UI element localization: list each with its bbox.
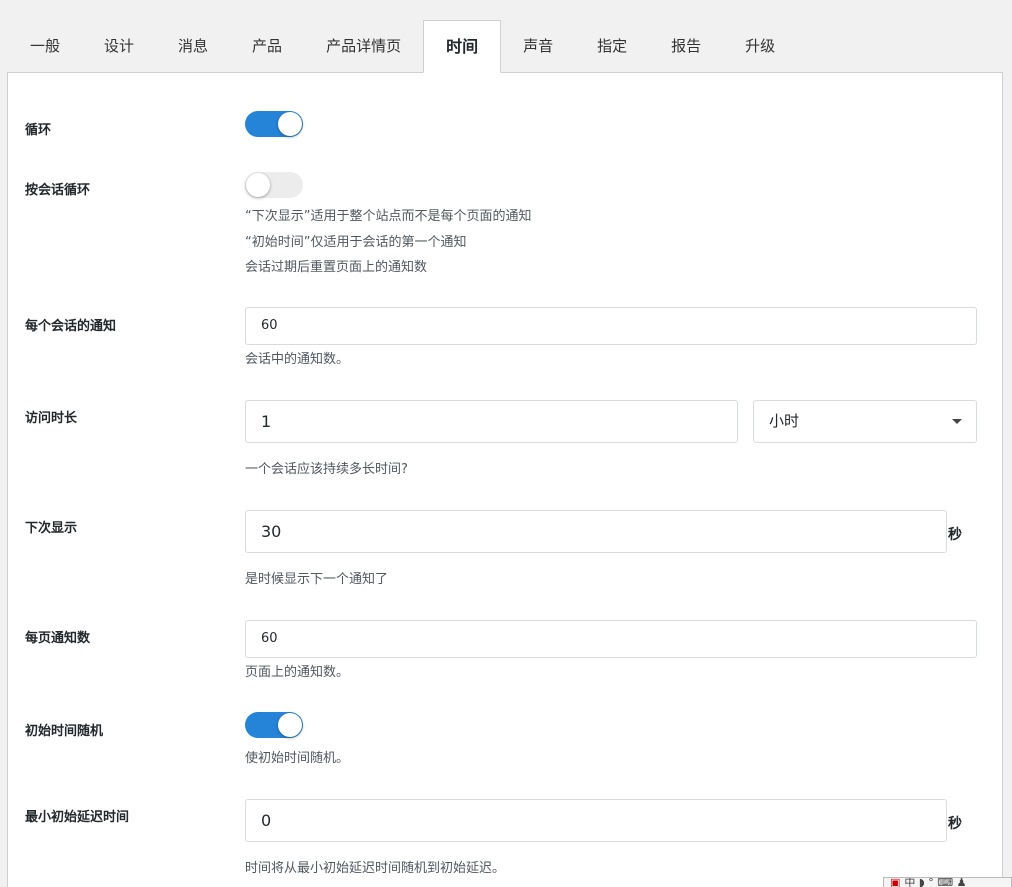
notifications-per-session-label: 每个会话的通知 — [25, 319, 117, 334]
visit-duration-unit-value: 小时 — [769, 412, 800, 430]
session-loop-toggle[interactable] — [245, 172, 303, 198]
toggle-knob — [278, 713, 302, 737]
per-page-input[interactable]: 60 — [245, 620, 977, 658]
ime-toolbar[interactable]: ▣ 中 ◗ ° ⌨ ♟ — [883, 877, 1012, 887]
tab-product-detail[interactable]: 产品详情页 — [304, 20, 423, 72]
min-initial-delay-input[interactable]: 0 — [245, 799, 947, 842]
tab-upgrade[interactable]: 升级 — [723, 20, 797, 72]
next-display-label: 下次显示 — [25, 521, 78, 536]
ime-logo-icon: ▣ — [890, 877, 901, 887]
tab-general[interactable]: 一般 — [8, 20, 82, 72]
notifications-per-session-desc: 会话中的通知数。 — [245, 352, 350, 367]
notifications-per-session-input[interactable]: 60 — [245, 307, 977, 345]
tab-reports[interactable]: 报告 — [649, 20, 723, 72]
ime-status: 中 ◗ ° ⌨ ♟ — [904, 877, 967, 887]
loop-toggle[interactable] — [245, 111, 303, 137]
loop-label: 循环 — [25, 123, 52, 138]
chevron-down-icon — [952, 419, 962, 424]
min-initial-delay-unit: 秒 — [948, 816, 962, 832]
random-initial-toggle[interactable] — [245, 712, 303, 738]
tab-targeting[interactable]: 指定 — [575, 20, 649, 72]
tab-design[interactable]: 设计 — [82, 20, 156, 72]
visit-duration-desc: 一个会话应该持续多长时间? — [245, 462, 408, 477]
per-page-desc: 页面上的通知数。 — [245, 665, 350, 680]
settings-panel: 循环 按会话循环 “下次显示”适用于整个站点而不是每个页面的通知 “初始时间”仅… — [7, 72, 1003, 887]
toggle-knob — [246, 173, 270, 197]
per-page-label: 每页通知数 — [25, 631, 91, 646]
tab-timing[interactable]: 时间 — [423, 20, 502, 73]
session-loop-desc-2: “初始时间”仅适用于会话的第一个通知 — [245, 235, 467, 250]
toggle-knob — [278, 112, 302, 136]
session-loop-desc-3: 会话过期后重置页面上的通知数 — [245, 260, 428, 275]
next-display-unit: 秒 — [948, 527, 962, 543]
tab-messages[interactable]: 消息 — [156, 20, 230, 72]
tab-products[interactable]: 产品 — [230, 20, 304, 72]
tab-bar: 一般 设计 消息 产品 产品详情页 时间 声音 指定 报告 升级 — [8, 20, 797, 73]
random-initial-desc: 使初始时间随机。 — [245, 751, 350, 766]
min-initial-delay-label: 最小初始延迟时间 — [25, 810, 130, 825]
session-loop-desc-1: “下次显示”适用于整个站点而不是每个页面的通知 — [245, 209, 532, 224]
visit-duration-input[interactable]: 1 — [245, 400, 738, 443]
visit-duration-unit-select[interactable]: 小时 — [753, 400, 977, 443]
random-initial-label: 初始时间随机 — [25, 724, 104, 739]
min-initial-delay-desc: 时间将从最小初始延迟时间随机到初始延迟。 — [245, 861, 506, 876]
next-display-input[interactable]: 30 — [245, 510, 947, 553]
session-loop-label: 按会话循环 — [25, 183, 91, 198]
visit-duration-label: 访问时长 — [25, 411, 78, 426]
tab-sound[interactable]: 声音 — [501, 20, 575, 72]
next-display-desc: 是时候显示下一个通知了 — [245, 572, 389, 587]
